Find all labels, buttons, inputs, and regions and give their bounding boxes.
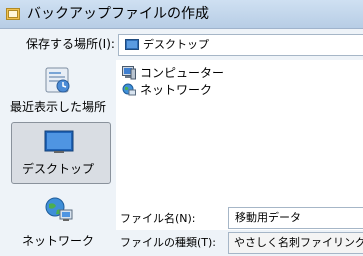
place-label-network: ネットワーク [21,234,94,248]
save-dialog: 保存する場所(I): デスクトップ 最近表示した場所 デスクトップ ネットワーク… [0,29,363,256]
window-title: バックアップファイルの作成 [27,6,209,22]
network-icon [45,197,73,221]
places-bar: 最近表示した場所 デスクトップ ネットワーク [0,62,116,256]
place-recent[interactable]: 最近表示した場所 [0,62,116,118]
file-name-value: 移動用データ [235,211,301,224]
place-network[interactable]: ネットワーク [0,192,116,254]
network-icon [122,83,136,96]
file-type-value: やさしく名刺ファイリング バック [234,236,363,249]
place-label-recent: 最近表示した場所 [9,100,106,114]
file-type-label: ファイルの種類(T): [120,236,217,249]
list-item[interactable]: ネットワーク [122,82,352,98]
app-icon [6,8,20,20]
file-name: ネットワーク [140,83,213,97]
desktop-icon [44,130,74,153]
desktop-icon [125,39,139,50]
save-in-dropdown[interactable]: デスクトップ [118,34,363,56]
list-item[interactable]: コンピューター [122,65,352,81]
file-name-input[interactable]: 移動用データ [228,207,363,229]
recent-places-icon [45,67,70,93]
computer-icon [122,66,136,80]
save-in-label: 保存する場所(I): [26,37,115,51]
file-name-label: ファイル名(N): [120,212,196,225]
place-label-desktop: デスクトップ [21,162,94,176]
place-desktop[interactable]: デスクトップ [0,122,116,186]
title-bar: バックアップファイルの作成 [0,0,363,29]
file-name: コンピューター [140,66,225,80]
file-type-dropdown[interactable]: やさしく名刺ファイリング バック [228,232,363,254]
save-in-value: デスクトップ [143,38,209,51]
file-list[interactable]: コンピューター ネットワーク [116,60,363,230]
